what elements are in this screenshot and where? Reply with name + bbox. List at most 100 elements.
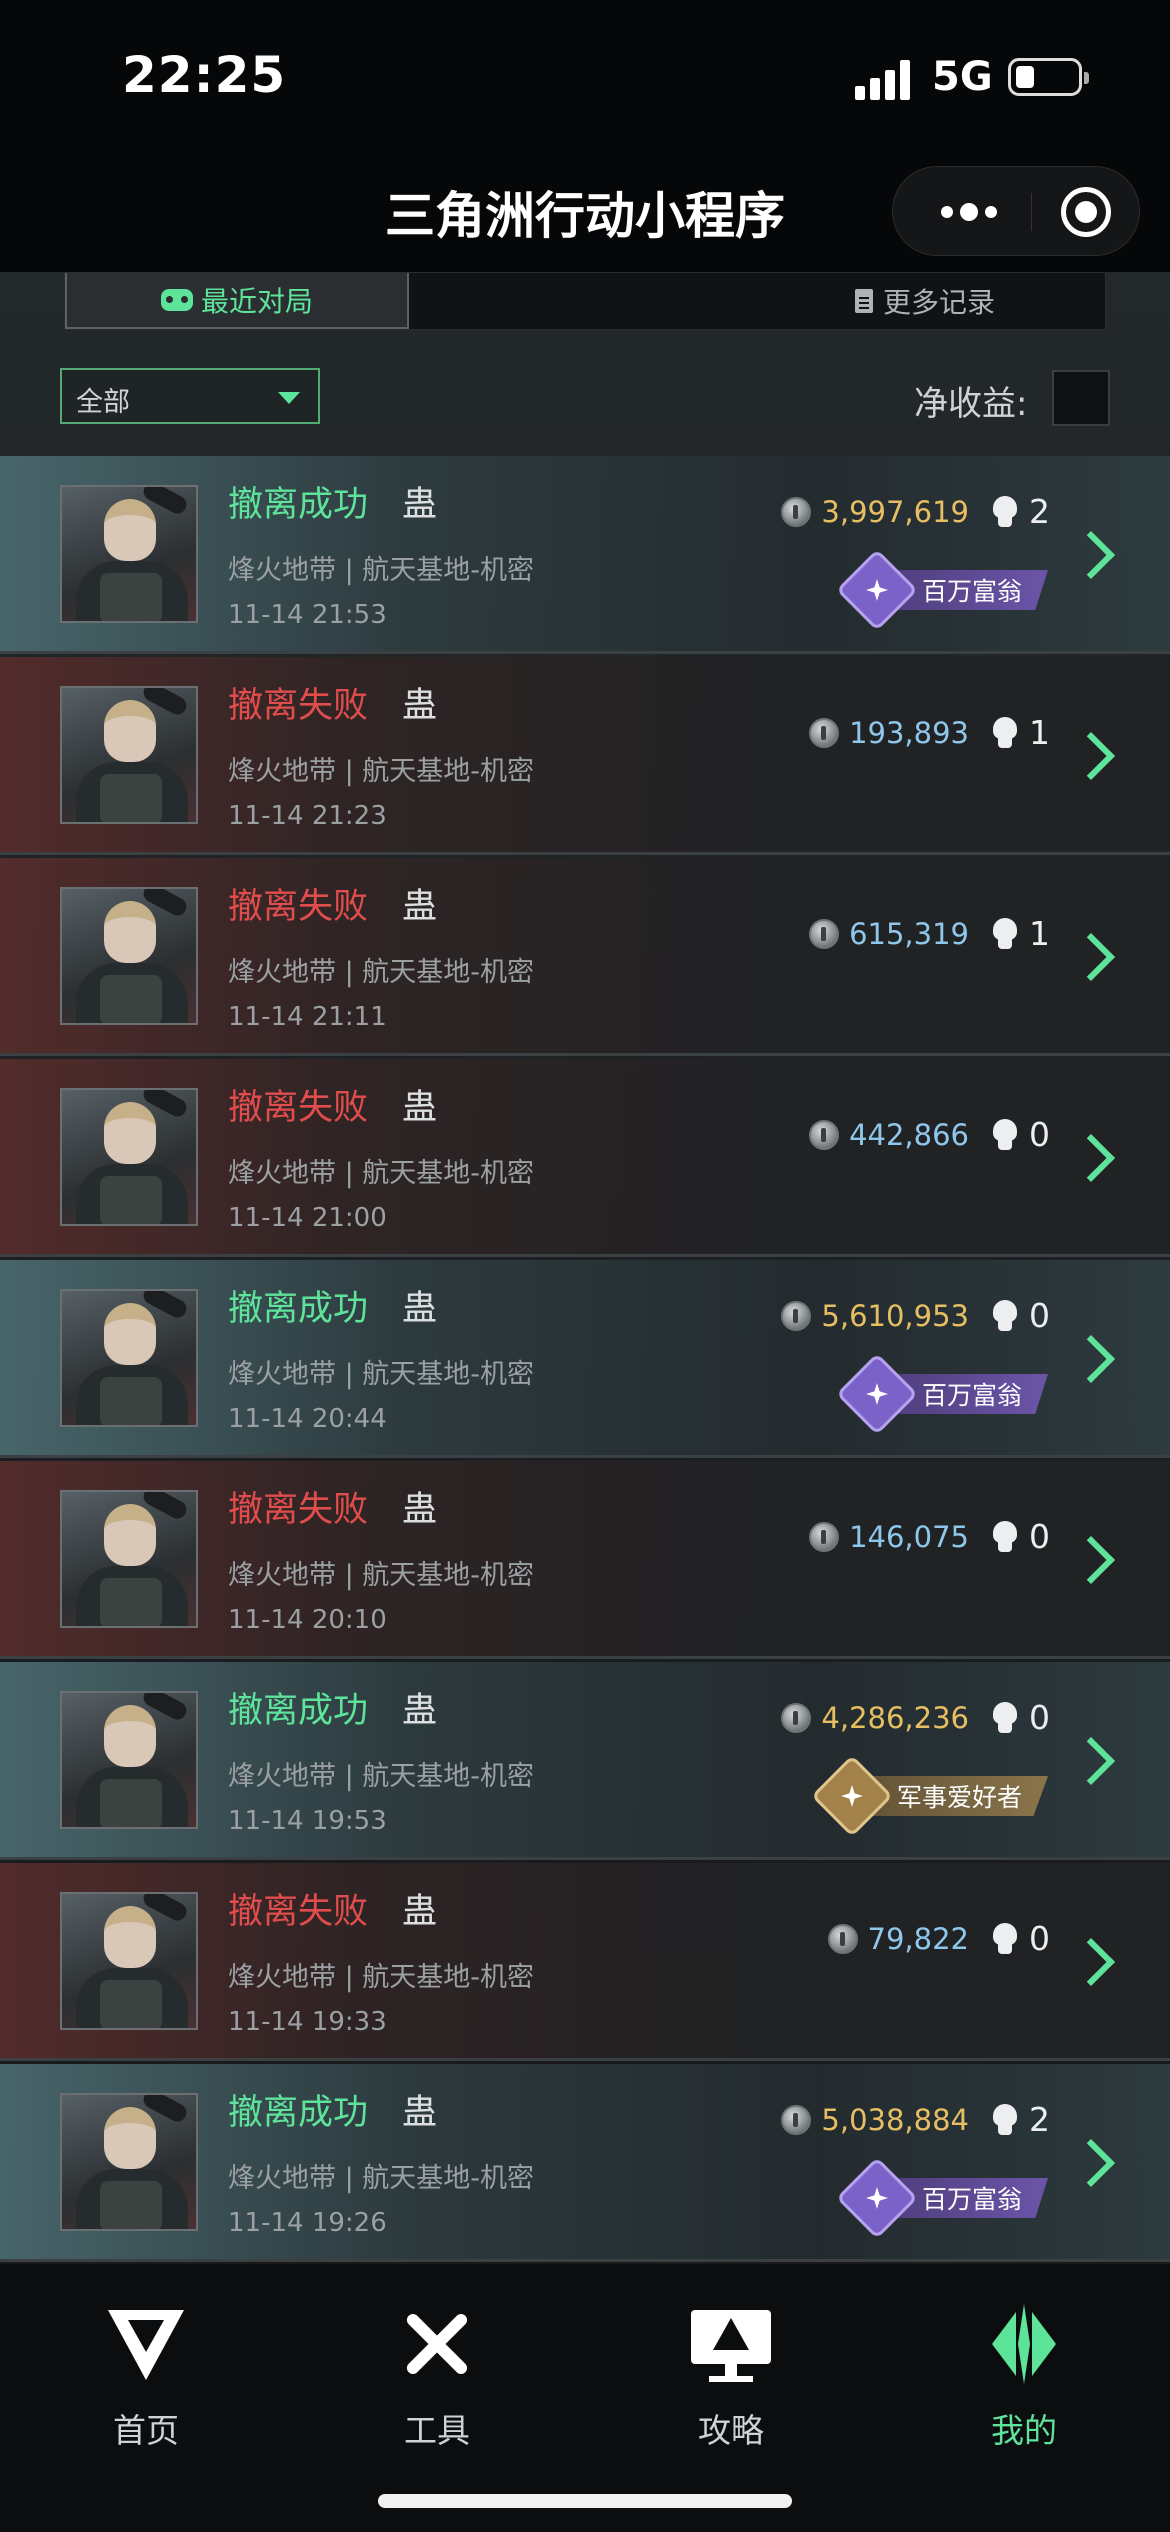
player-name: 蛊 [402,887,438,927]
match-mode-map: 烽火地带 | 航天基地-机密 [228,1962,535,1993]
guide-icon [691,2304,771,2384]
coin-icon [809,918,840,949]
match-mode-map: 烽火地带 | 航天基地-机密 [228,1158,535,1189]
match-time: 11-14 21:11 [228,1002,387,1032]
match-row[interactable]: 撤离失败 蛊 烽火地带 | 航天基地-机密 11-14 21:11 615,31… [0,858,1170,1056]
loot-value: 79,822 [867,1921,969,1956]
chevron-right-icon[interactable] [1066,1736,1116,1786]
loot-value: 615,319 [849,916,969,951]
badge-emblem-icon [835,548,918,632]
match-mode-map: 烽火地带 | 航天基地-机密 [228,1560,535,1591]
chevron-right-icon[interactable] [1066,1535,1116,1585]
loot-value: 193,893 [849,715,969,750]
tab-more-records[interactable]: 更多记录 [855,273,995,329]
kill-count: 0 [1029,1296,1050,1335]
chevron-right-icon[interactable] [1066,731,1116,781]
more-dots-icon[interactable] [929,193,1009,231]
kill-count: 1 [1029,713,1050,752]
close-target-icon[interactable] [1061,187,1111,237]
skull-icon [991,495,1019,528]
match-row[interactable]: 撤离失败 蛊 烽火地带 | 航天基地-机密 11-14 21:00 442,86… [0,1059,1170,1257]
chevron-right-icon[interactable] [1066,932,1116,982]
status-bar: 22:25 5G [0,0,1170,150]
kill-count: 0 [1029,1698,1050,1737]
operator-avatar [60,485,198,623]
tools-icon [397,2304,477,2384]
tab-more-label: 更多记录 [883,286,996,319]
net-income-label: 净收益: [914,384,1028,424]
match-stats: 442,866 0 [809,1115,1050,1154]
nav-profile-label: 我的 [991,2411,1057,2450]
coin-icon [781,1702,812,1733]
player-name: 蛊 [402,1490,438,1530]
operator-avatar [60,887,198,1025]
loot-value: 5,610,953 [821,1298,969,1333]
tab-recent-matches[interactable]: 最近对局 [65,273,409,329]
kill-count: 2 [1029,492,1050,531]
match-mode-map: 烽火地带 | 航天基地-机密 [228,957,535,988]
nav-home-label: 首页 [113,2411,179,2450]
player-name: 蛊 [402,686,438,726]
match-time: 11-14 20:44 [228,1404,387,1434]
battery-icon [1008,58,1089,96]
coin-icon [809,717,840,748]
match-row[interactable]: 撤离成功 蛊 烽火地带 | 航天基地-机密 11-14 21:53 3,997,… [0,456,1170,654]
match-row[interactable]: 撤离失败 蛊 烽火地带 | 航天基地-机密 11-14 20:10 146,07… [0,1461,1170,1659]
operator-avatar [60,2093,198,2231]
match-stats: 79,822 0 [827,1919,1050,1958]
skull-icon [991,1701,1019,1734]
operator-avatar [60,1691,198,1829]
chevron-right-icon[interactable] [1066,1334,1116,1384]
player-name: 蛊 [402,2093,438,2133]
chevron-right-icon[interactable] [1066,2138,1116,2188]
skull-icon [991,1520,1019,1553]
match-stats: 4,286,236 0 [781,1698,1050,1737]
tab-recent-label: 最近对局 [200,285,313,318]
match-time: 11-14 20:10 [228,1605,387,1635]
match-row[interactable]: 撤离成功 蛊 烽火地带 | 航天基地-机密 11-14 19:53 4,286,… [0,1662,1170,1860]
achievement-badge: 军事爱好者 [810,1754,1048,1838]
extraction-result: 撤离成功 [228,1691,369,1731]
match-mode-map: 烽火地带 | 航天基地-机密 [228,1359,535,1390]
miniprogram-capsule [892,166,1140,256]
match-row[interactable]: 撤离成功 蛊 烽火地带 | 航天基地-机密 11-14 20:44 5,610,… [0,1260,1170,1458]
skull-icon [991,1299,1019,1332]
achievement-badge: 百万富翁 [835,2156,1048,2240]
match-time: 11-14 21:23 [228,801,387,831]
chevron-right-icon[interactable] [1066,530,1116,580]
match-row[interactable]: 撤离成功 蛊 烽火地带 | 航天基地-机密 11-14 19:26 5,038,… [0,2064,1170,2262]
chevron-right-icon[interactable] [1066,1133,1116,1183]
nav-guide[interactable]: 攻略 [651,2304,811,2464]
coin-icon [809,1119,840,1150]
loot-value: 442,866 [849,1117,969,1152]
match-time: 11-14 21:53 [228,600,387,630]
kill-count: 0 [1029,1115,1050,1154]
nav-tools[interactable]: 工具 [357,2304,517,2464]
operator-avatar [60,1892,198,2030]
mode-filter-dropdown[interactable]: 全部 [60,368,320,424]
skull-icon [991,2103,1019,2136]
match-row[interactable]: 撤离失败 蛊 烽火地带 | 航天基地-机密 11-14 21:23 193,89… [0,657,1170,855]
skull-icon [991,917,1019,950]
extraction-result: 撤离成功 [228,1289,369,1329]
match-stats: 146,075 0 [809,1517,1050,1556]
badge-emblem-icon [810,1754,893,1838]
net-income-checkbox[interactable] [1052,370,1110,426]
home-indicator [378,2494,792,2508]
match-mode-map: 烽火地带 | 航天基地-机密 [228,756,535,787]
match-stats: 3,997,619 2 [781,492,1050,531]
chevron-right-icon[interactable] [1066,1937,1116,1987]
kill-count: 2 [1029,2100,1050,2139]
match-mode-map: 烽火地带 | 航天基地-机密 [228,1761,535,1792]
match-stats: 5,610,953 0 [781,1296,1050,1335]
nav-guide-label: 攻略 [698,2411,764,2450]
operator-avatar [60,1289,198,1427]
status-time: 22:25 [122,46,287,104]
dropdown-arrow-icon [278,392,300,404]
gamepad-icon [160,289,193,311]
nav-profile[interactable]: 我的 [944,2304,1104,2464]
capsule-divider [1031,193,1032,231]
nav-home[interactable]: 首页 [66,2304,226,2464]
match-row[interactable]: 撤离失败 蛊 烽火地带 | 航天基地-机密 11-14 19:33 79,822… [0,1863,1170,2061]
extraction-result: 撤离失败 [228,1892,369,1932]
